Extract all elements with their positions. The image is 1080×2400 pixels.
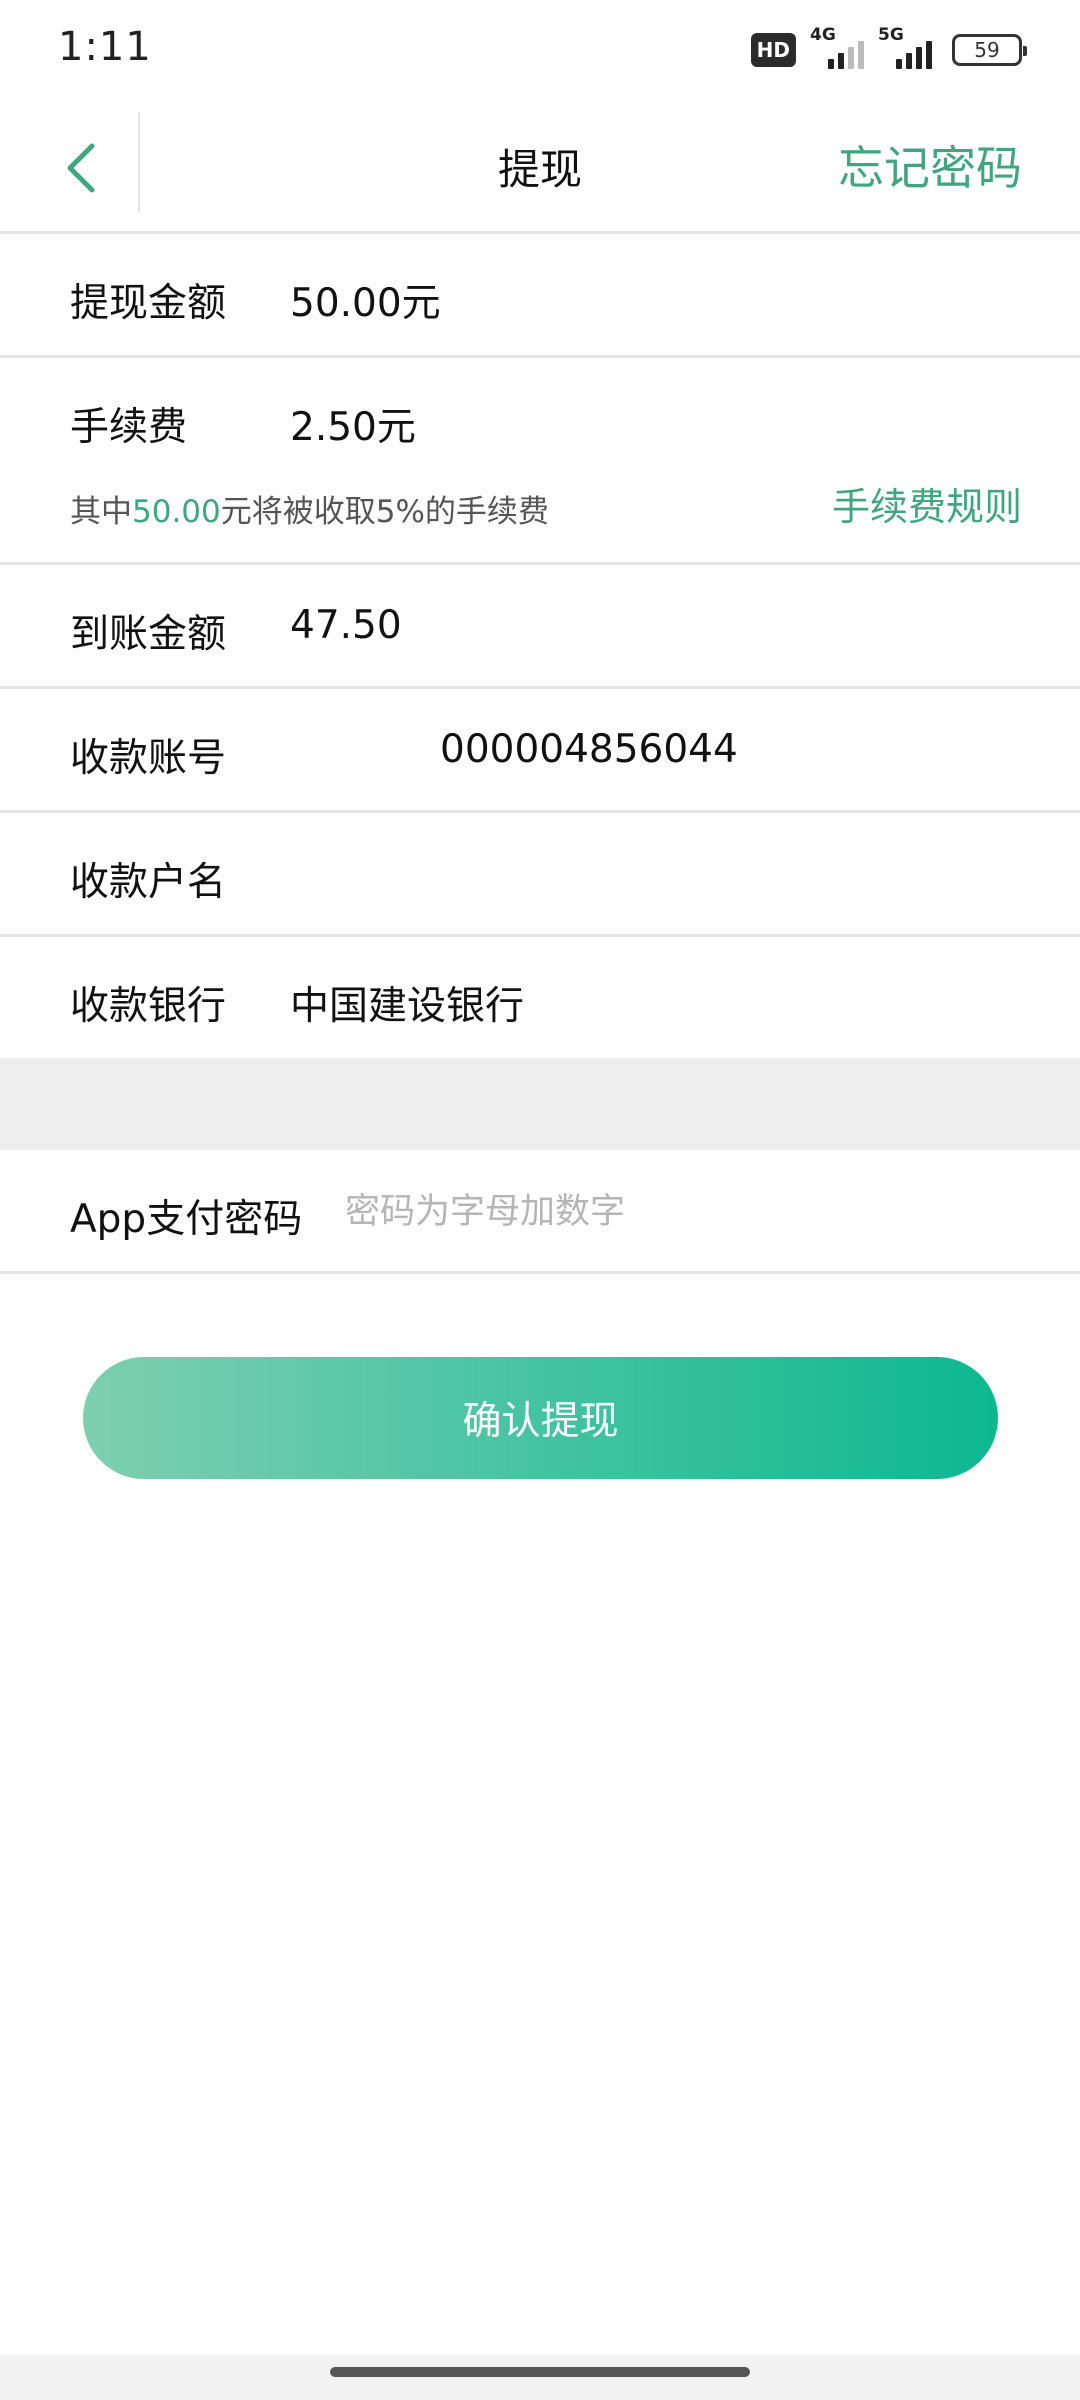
password-row: App支付密码 bbox=[0, 1150, 1080, 1274]
account-number-label: 收款账号 bbox=[70, 736, 227, 781]
fee-note-suffix: 元将被收取5%的手续费 bbox=[220, 494, 549, 530]
bank-label: 收款银行 bbox=[70, 984, 227, 1029]
status-bar: 1:11 HD 4G 5G 59 bbox=[0, 0, 1080, 100]
bank-row: 收款银行 中国建设银行 bbox=[0, 937, 1080, 1058]
withdraw-amount-value: 50.00元 bbox=[290, 281, 441, 326]
battery-icon: 59 bbox=[952, 34, 1027, 66]
battery-level: 59 bbox=[974, 38, 1000, 62]
fee-label: 手续费 bbox=[70, 405, 188, 450]
status-icons: HD 4G 5G 59 bbox=[750, 25, 1027, 70]
account-name-label: 收款户名 bbox=[70, 860, 227, 905]
account-number-value: 000004856044 bbox=[440, 727, 738, 772]
account-number-row: 收款账号 000004856044 bbox=[0, 689, 1080, 813]
fee-row: 手续费 2.50元 其中50.00元将被收取5%的手续费 手续费规则 bbox=[0, 358, 1080, 565]
password-label: App支付密码 bbox=[70, 1197, 303, 1242]
received-amount-row: 到账金额 47.50 bbox=[0, 565, 1080, 689]
gesture-bar bbox=[0, 2355, 1080, 2400]
bank-value: 中国建设银行 bbox=[290, 984, 525, 1029]
received-amount-value: 47.50 bbox=[290, 603, 402, 648]
signal-5g-icon: 5G bbox=[878, 25, 932, 69]
withdraw-screen: 1:11 HD 4G 5G 59 提现 忘记密码 提现金额 50.00元 手续费… bbox=[0, 0, 1080, 2400]
network-5g-label: 5G bbox=[878, 25, 904, 45]
fee-note-amount: 50.00 bbox=[132, 494, 221, 530]
nav-bar: 提现 忘记密码 bbox=[0, 100, 1080, 234]
section-separator bbox=[0, 1058, 1080, 1150]
signal-4g-icon: 4G bbox=[810, 25, 864, 69]
network-4g-label: 4G bbox=[810, 25, 836, 45]
fee-rules-link[interactable]: 手续费规则 bbox=[832, 476, 1022, 531]
hd-badge: HD bbox=[750, 33, 796, 67]
password-input[interactable] bbox=[345, 1176, 1005, 1248]
fee-note-prefix: 其中 bbox=[70, 494, 132, 530]
forgot-password-link[interactable]: 忘记密码 bbox=[838, 132, 1022, 198]
confirm-withdraw-button[interactable]: 确认提现 bbox=[83, 1357, 998, 1479]
account-name-row: 收款户名 bbox=[0, 813, 1080, 937]
status-time: 1:11 bbox=[58, 24, 152, 70]
withdraw-amount-row: 提现金额 50.00元 bbox=[0, 234, 1080, 358]
fee-note: 其中50.00元将被收取5%的手续费 bbox=[70, 486, 549, 531]
fee-value: 2.50元 bbox=[290, 405, 416, 450]
withdraw-amount-label: 提现金额 bbox=[70, 281, 227, 326]
received-amount-label: 到账金额 bbox=[70, 612, 227, 657]
home-indicator[interactable] bbox=[330, 2367, 750, 2377]
